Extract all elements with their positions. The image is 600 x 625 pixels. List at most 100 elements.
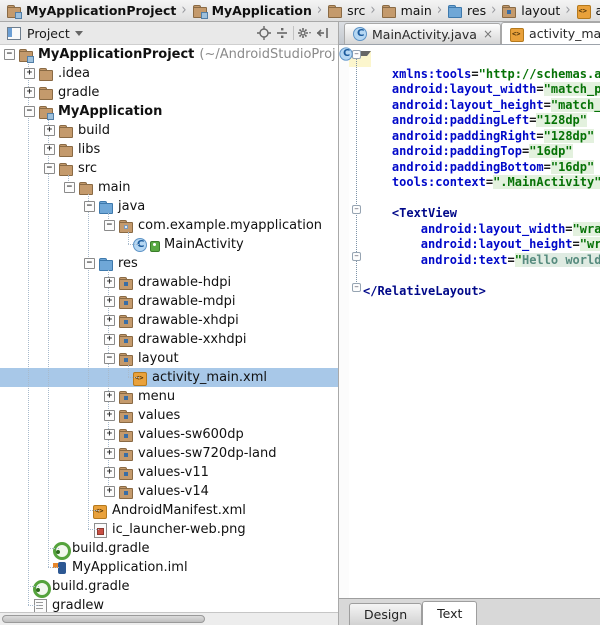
- plain-token: =: [471, 67, 478, 81]
- close-tab-icon[interactable]: ×: [481, 27, 493, 41]
- expand-marker[interactable]: +: [104, 315, 115, 326]
- expand-marker[interactable]: +: [104, 391, 115, 402]
- tree-row-myapplicationproject[interactable]: −MyApplicationProject(~/AndroidStudioPro…: [0, 45, 338, 64]
- editor-tab-mainactivity.java[interactable]: MainActivity.java ×: [344, 23, 501, 44]
- expand-marker[interactable]: +: [104, 467, 115, 478]
- tree-row-menu[interactable]: +menu: [0, 387, 338, 406]
- breadcrumb-item-src[interactable]: src: [325, 3, 367, 19]
- breadcrumb-item-res[interactable]: res: [445, 3, 488, 19]
- editor-tab-label: MainActivity.java: [372, 27, 477, 42]
- tree-row-values[interactable]: + values: [0, 406, 338, 425]
- resource-folder-icon: [118, 389, 134, 405]
- collapse-marker[interactable]: −: [104, 220, 115, 231]
- scrollbar-thumb[interactable]: [2, 615, 205, 623]
- breadcrumb-item-myapplicationproject[interactable]: MyApplicationProject: [4, 3, 178, 19]
- expand-marker[interactable]: +: [44, 144, 55, 155]
- xml-value-token: "match_parent": [551, 98, 600, 112]
- expand-marker[interactable]: +: [104, 277, 115, 288]
- fold-end-marker[interactable]: −: [352, 252, 361, 261]
- tree-row-drawable-xxhdpi[interactable]: +drawable-xxhdpi: [0, 330, 338, 349]
- collapse-marker[interactable]: −: [84, 258, 95, 269]
- tree-item-label: build.gradle: [48, 579, 130, 594]
- resource-folder-icon: [118, 484, 134, 500]
- tree-item-label: java: [114, 199, 145, 214]
- tree-row-gradlew[interactable]: gradlew: [0, 596, 338, 612]
- collapse-marker[interactable]: −: [24, 106, 35, 117]
- xml-value-token: ": [515, 253, 522, 267]
- plain-token: [363, 144, 392, 158]
- tree-row-myapplication[interactable]: −MyApplication: [0, 102, 338, 121]
- tree-row-src[interactable]: − src: [0, 159, 338, 178]
- tree-row-res[interactable]: −res: [0, 254, 338, 273]
- collapse-marker[interactable]: −: [64, 182, 75, 193]
- tree-row-activity_main.xml[interactable]: activity_main.xml: [0, 368, 338, 387]
- tree-item-label: drawable-xhdpi: [134, 313, 239, 328]
- tree-row-build[interactable]: +build: [0, 121, 338, 140]
- breadcrumb-separator: ›: [367, 2, 378, 20]
- tree-row-gradle[interactable]: +gradle: [0, 83, 338, 102]
- tree-row-androidmanifest.xml[interactable]: AndroidManifest.xml: [0, 501, 338, 520]
- tree-item-label: src: [74, 161, 97, 176]
- breadcrumb-item-main[interactable]: main: [379, 3, 434, 19]
- xml-value-token: Hello world!: [522, 253, 600, 267]
- code-view[interactable]: <RelativeLayout xmlns:android="http://sc…: [349, 47, 600, 299]
- tree-row-drawable-mdpi[interactable]: +drawable-mdpi: [0, 292, 338, 311]
- editor-body[interactable]: <RelativeLayout xmlns:android="http://sc…: [339, 45, 600, 598]
- collapse-marker[interactable]: −: [44, 163, 55, 174]
- tree-row-.idea[interactable]: +.idea: [0, 64, 338, 83]
- locate-icon[interactable]: [255, 25, 273, 41]
- tree-row-libs[interactable]: +libs: [0, 140, 338, 159]
- android-studio-window: MyApplicationProject›MyApplication›src›m…: [0, 0, 600, 625]
- chevron-down-icon[interactable]: [75, 31, 83, 40]
- tree-row-values-sw600dp[interactable]: +values-sw600dp: [0, 425, 338, 444]
- xml-attr-token: android:layout_width: [421, 222, 566, 236]
- plain-token: [363, 98, 392, 112]
- expand-marker[interactable]: +: [104, 448, 115, 459]
- collapse-marker[interactable]: −: [84, 201, 95, 212]
- expand-marker[interactable]: +: [104, 410, 115, 421]
- editor-tab-activity_main.xml[interactable]: activity_main.xml: [501, 22, 600, 44]
- code-line: android:layout_width="match_parent": [349, 82, 600, 98]
- tree-row-values-sw720dp-land[interactable]: +values-sw720dp-land: [0, 444, 338, 463]
- mode-tab-design[interactable]: Design: [349, 603, 422, 625]
- tree-row-com.example.myapplication[interactable]: −com.example.myapplication: [0, 216, 338, 235]
- collapse-all-icon[interactable]: [273, 25, 291, 41]
- breadcrumb-item-layout[interactable]: layout: [499, 3, 562, 19]
- plain-token: [363, 160, 392, 174]
- expand-marker[interactable]: +: [24, 87, 35, 98]
- settings-icon[interactable]: [296, 25, 314, 41]
- tree-row-mainactivity[interactable]: MainActivity: [0, 235, 338, 254]
- code-line: android:paddingLeft="128dp": [349, 113, 600, 129]
- mode-tab-text[interactable]: Text: [422, 601, 477, 625]
- related-class-gutter-icon[interactable]: [339, 46, 354, 61]
- tree-row-layout[interactable]: −layout: [0, 349, 338, 368]
- tree-row-build.gradle[interactable]: build.gradle: [0, 577, 338, 596]
- breadcrumb-item-myapplication[interactable]: MyApplication: [190, 3, 314, 19]
- tree-item-label: MyApplicationProject: [34, 47, 194, 62]
- expand-marker[interactable]: +: [104, 486, 115, 497]
- tree-row-values-v14[interactable]: +values-v14: [0, 482, 338, 501]
- tree-item-label: values: [134, 408, 180, 423]
- project-panel-title[interactable]: Project: [27, 26, 70, 41]
- expand-marker[interactable]: +: [24, 68, 35, 79]
- plain-token: [363, 67, 392, 81]
- expand-marker[interactable]: +: [44, 125, 55, 136]
- collapse-marker[interactable]: −: [104, 353, 115, 364]
- tree-row-values-v11[interactable]: +values-v11: [0, 463, 338, 482]
- collapse-marker[interactable]: −: [4, 49, 15, 60]
- expand-marker[interactable]: +: [104, 296, 115, 307]
- tree-row-ic_launcher-web.png[interactable]: ic_launcher-web.png: [0, 520, 338, 539]
- tree-row-drawable-hdpi[interactable]: +drawable-hdpi: [0, 273, 338, 292]
- xml-value-token: "match_parent": [544, 82, 600, 96]
- fold-collapse-marker[interactable]: −: [352, 205, 361, 214]
- fold-end-marker[interactable]: −: [352, 283, 361, 292]
- xml-attr-token: android:paddingRight: [392, 129, 537, 143]
- expand-marker[interactable]: +: [104, 334, 115, 345]
- tree-row-java[interactable]: − java: [0, 197, 338, 216]
- breadcrumb-item-activity_main.xml[interactable]: activity_main.xml: [574, 3, 600, 19]
- tree-row-drawable-xhdpi[interactable]: + drawable-xhdpi: [0, 311, 338, 330]
- tree-row-main[interactable]: −main: [0, 178, 338, 197]
- source-folder-icon: [98, 256, 114, 272]
- hide-panel-icon[interactable]: [314, 25, 332, 41]
- expand-marker[interactable]: +: [104, 429, 115, 440]
